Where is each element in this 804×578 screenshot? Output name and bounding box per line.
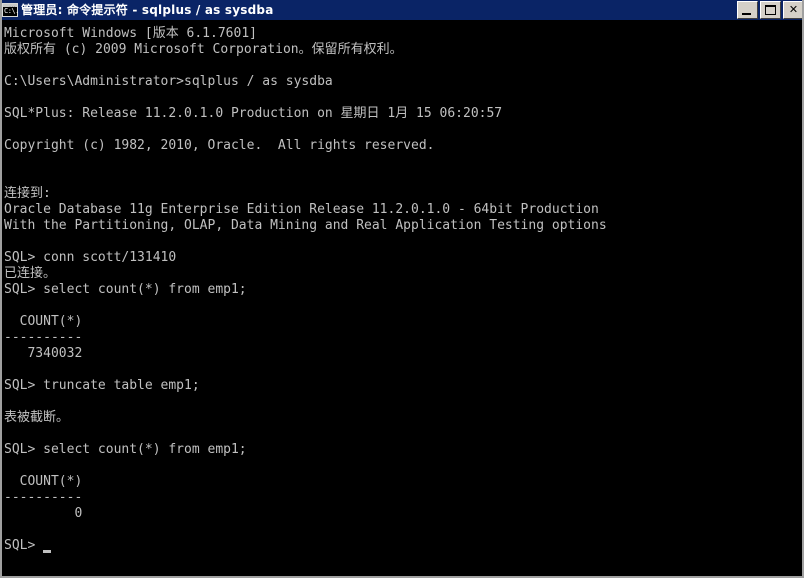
maximize-button[interactable] <box>760 1 781 19</box>
console-line: 已连接。 <box>4 266 57 281</box>
console-line: COUNT(*) <box>4 474 83 489</box>
console-line: ---------- <box>4 330 83 345</box>
minimize-icon <box>742 13 751 15</box>
window-title: 管理员: 命令提示符 - sqlplus / as sysdba <box>21 3 274 17</box>
console-line: 连接到: <box>4 186 51 201</box>
console-line: C:\Users\Administrator>sqlplus / as sysd… <box>4 74 333 89</box>
console-line: 版权所有 (c) 2009 Microsoft Corporation。保留所有… <box>4 42 403 57</box>
console-line: 表被截断。 <box>4 410 70 425</box>
console-text: Microsoft Windows [版本 6.1.7601] 版权所有 (c) … <box>4 26 802 554</box>
console-line: SQL> <box>4 538 802 554</box>
window-controls: ✕ <box>735 1 802 19</box>
console-line: COUNT(*) <box>4 314 83 329</box>
console-line: Microsoft Windows [版本 6.1.7601] <box>4 26 257 41</box>
command-prompt-window: ··· C:\. 管理员: 命令提示符 - sqlplus / as sysdb… <box>0 0 804 578</box>
console-line: SQL> truncate table emp1; <box>4 378 200 393</box>
console-output-area[interactable]: Microsoft Windows [版本 6.1.7601] 版权所有 (c) … <box>2 20 802 576</box>
minimize-button[interactable] <box>737 1 758 19</box>
console-line: Copyright (c) 1982, 2010, Oracle. All ri… <box>4 138 435 153</box>
text-cursor <box>43 550 52 553</box>
console-line: SQL> conn scott/131410 <box>4 250 177 265</box>
cmd-icon-prompt-text: C:\. <box>4 7 19 15</box>
console-line: SQL> select count(*) from emp1; <box>4 282 247 297</box>
console-line: ---------- <box>4 490 83 505</box>
cmd-icon: ··· C:\. <box>2 3 19 17</box>
console-line: SQL> select count(*) from emp1; <box>4 442 247 457</box>
console-line: With the Partitioning, OLAP, Data Mining… <box>4 218 607 233</box>
console-line: 0 <box>4 506 83 521</box>
console-line: SQL*Plus: Release 11.2.0.1.0 Production … <box>4 106 510 121</box>
console-line: Oracle Database 11g Enterprise Edition R… <box>4 202 599 217</box>
maximize-icon <box>765 5 776 15</box>
window-titlebar[interactable]: ··· C:\. 管理员: 命令提示符 - sqlplus / as sysdb… <box>2 0 802 20</box>
console-line: 7340032 <box>4 346 83 361</box>
close-button[interactable]: ✕ <box>783 1 802 19</box>
close-icon: ✕ <box>788 3 799 16</box>
